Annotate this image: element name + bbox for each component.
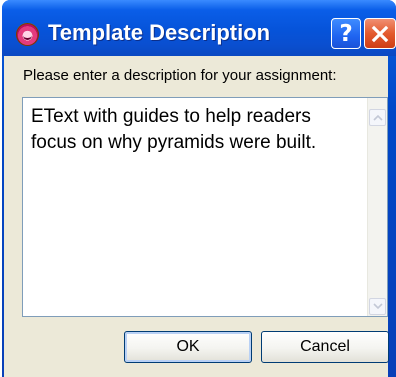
description-text[interactable]: EText with guides to help readers focus … [31,104,351,156]
help-button[interactable]: ? [331,18,361,49]
ok-button[interactable]: OK [124,331,252,363]
chevron-down-icon [372,303,383,310]
description-textarea[interactable]: EText with guides to help readers focus … [22,97,388,317]
prompt-label: Please enter a description for your assi… [23,67,337,84]
chevron-up-icon [372,114,383,121]
title-bar[interactable]: Template Description ? [2,0,396,56]
app-face-icon [16,23,39,46]
window-title: Template Description [48,20,271,45]
scroll-down-button[interactable] [369,298,386,315]
vertical-scrollbar[interactable] [367,98,387,316]
close-button[interactable] [364,18,396,49]
close-icon [371,25,389,42]
cancel-button[interactable]: Cancel [261,331,389,363]
scroll-up-button[interactable] [369,109,386,126]
